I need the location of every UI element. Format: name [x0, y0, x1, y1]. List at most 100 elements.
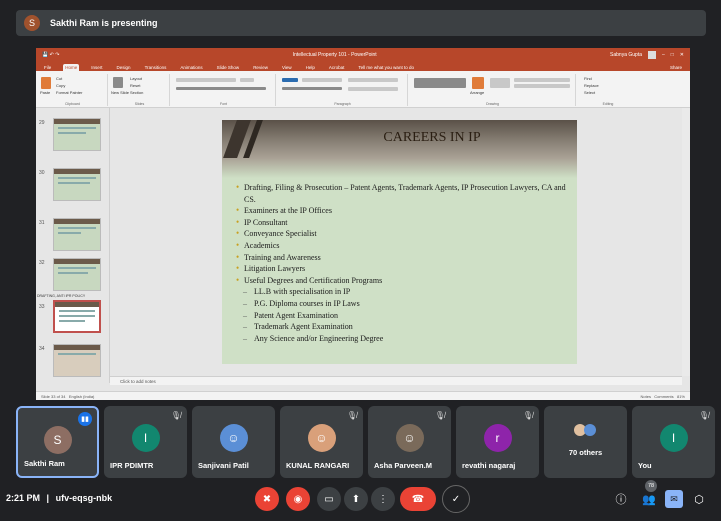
slide-thumbnail-pane[interactable]: 29 30 31 32 DRAFTING, ANTI IPR POLICY 33… — [36, 108, 110, 383]
editing-label: Editing — [602, 102, 614, 106]
share-button[interactable]: Share — [668, 64, 684, 71]
current-slide[interactable]: CAREERS IN IP Drafting, Filing & Prosecu… — [222, 120, 577, 364]
font-name-box[interactable] — [176, 78, 236, 82]
mic-off-icon: 🎙︎̸ — [170, 411, 181, 420]
others-count: 70 others — [568, 448, 603, 457]
arrange-icon[interactable] — [472, 77, 484, 89]
list-buttons[interactable] — [302, 78, 342, 82]
camera-off-button[interactable]: ◉ — [286, 487, 310, 511]
tab-slide-show[interactable]: Slide Show — [215, 64, 242, 71]
minimize-icon[interactable]: – — [662, 52, 665, 58]
new-slide-button[interactable]: New Slide — [111, 90, 129, 95]
shapes-gallery[interactable] — [414, 78, 466, 88]
tab-home[interactable]: Home — [63, 64, 80, 71]
participant-tile[interactable]: 🎙︎̸ I IPR PDIMTR — [104, 406, 187, 478]
avatar: ☺ — [219, 424, 248, 452]
others-tile[interactable]: 70 others — [544, 406, 627, 478]
shape-outline-button[interactable] — [514, 84, 570, 88]
slide-thumbnail[interactable] — [53, 118, 101, 151]
slide-bullet: Academics — [236, 240, 566, 252]
slide-thumbnail-selected[interactable] — [53, 300, 101, 333]
activities-button[interactable]: ✓ — [442, 485, 470, 513]
tab-transitions[interactable]: Transitions — [143, 64, 169, 71]
bullets-button[interactable] — [282, 78, 298, 82]
participant-tile[interactable]: 🎙︎̸ ☺ KUNAL RANGARI — [280, 406, 363, 478]
mic-off-icon: 🎙︎̸ — [698, 411, 709, 420]
new-slide-icon[interactable] — [113, 77, 123, 88]
layout-button[interactable]: Layout — [130, 76, 142, 81]
find-button[interactable]: Find — [584, 76, 592, 81]
tab-view[interactable]: View — [280, 64, 294, 71]
slide-thumbnail[interactable] — [53, 258, 101, 291]
tab-animations[interactable]: Animations — [178, 64, 204, 71]
people-icon[interactable]: 👥 — [640, 490, 658, 508]
drawing-group: Arrange Drawing — [410, 74, 576, 106]
comments-toggle[interactable]: Comments — [654, 394, 673, 399]
meeting-code: ufv-eqsg-nbk — [55, 493, 113, 503]
slide-counter: Slide 33 of 34 — [41, 393, 66, 399]
thumb-number: 29 — [39, 120, 45, 126]
text-direction-button[interactable] — [348, 78, 398, 82]
account-avatar[interactable] — [647, 51, 656, 59]
presenting-text: Sakthi Ram is presenting — [50, 18, 158, 28]
smartart-button[interactable] — [348, 87, 398, 91]
more-options-button[interactable]: ⋮ — [371, 487, 395, 511]
slide-sub-bullet: Trademark Agent Examination — [236, 321, 566, 333]
slide-sub-bullet: Patent Agent Examination — [236, 310, 566, 322]
tab-file[interactable]: File — [42, 64, 53, 71]
select-button[interactable]: Select — [584, 90, 595, 95]
participant-strip: ▮▮ S Sakthi Ram 🎙︎̸ I IPR PDIMTR ☺ Sanji… — [16, 406, 716, 478]
alignment-buttons[interactable] — [282, 87, 342, 90]
participant-tile[interactable]: 🎙︎̸ r revathi nagaraj — [456, 406, 539, 478]
participant-tile[interactable]: ☺ Sanjivani Patil — [192, 406, 275, 478]
notes-toggle[interactable]: Notes — [641, 394, 651, 399]
restore-icon[interactable]: □ — [671, 52, 674, 58]
reset-button[interactable]: Reset — [130, 83, 140, 88]
section-button[interactable]: Section — [130, 90, 143, 95]
zoom-level[interactable]: 81% — [677, 394, 685, 399]
leave-call-button[interactable]: ☎ — [400, 487, 436, 511]
self-tile[interactable]: 🎙︎̸ I You — [632, 406, 715, 478]
shape-fill-button[interactable] — [514, 78, 570, 82]
language-status[interactable]: English (India) — [69, 394, 95, 399]
font-format-buttons[interactable] — [176, 87, 266, 90]
mic-off-button[interactable]: ✖ — [255, 487, 279, 511]
tab-design[interactable]: Design — [115, 64, 133, 71]
slide-thumbnail[interactable] — [53, 344, 101, 377]
quick-styles-button[interactable] — [490, 78, 510, 88]
close-icon[interactable]: ✕ — [680, 52, 684, 58]
slide-thumbnail[interactable] — [53, 168, 101, 201]
cut-button[interactable]: Cut — [56, 76, 62, 81]
tab-insert[interactable]: Insert — [89, 64, 104, 71]
font-size-box[interactable] — [240, 78, 254, 82]
captions-button[interactable]: ▭ — [317, 487, 341, 511]
info-icon[interactable]: ⓘ — [612, 490, 630, 508]
paste-icon[interactable] — [41, 77, 51, 89]
separator: | — [46, 493, 50, 503]
notes-pane[interactable]: Click to add notes — [110, 376, 682, 385]
slide-title[interactable]: CAREERS IN IP — [302, 130, 562, 146]
present-button[interactable]: ⬆ — [344, 487, 368, 511]
tell-me-search[interactable]: Tell me what you want to do — [356, 64, 416, 71]
mic-off-icon: 🎙︎̸ — [434, 411, 445, 420]
copy-button[interactable]: Copy — [56, 83, 65, 88]
paste-button[interactable]: Paste — [40, 90, 50, 95]
replace-button[interactable]: Replace — [584, 83, 599, 88]
tab-help[interactable]: Help — [304, 64, 317, 71]
tab-acrobat[interactable]: Acrobat — [327, 64, 347, 71]
participant-tile[interactable]: 🎙︎̸ ☺ Asha Parveen.M — [368, 406, 451, 478]
arrange-button[interactable]: Arrange — [470, 90, 484, 95]
quick-access-toolbar[interactable]: 💾 ↶ ↷ — [42, 52, 59, 58]
slide-thumbnail[interactable] — [53, 218, 101, 251]
ribbon: Paste Cut Copy Format Painter Clipboard … — [36, 71, 690, 108]
vertical-scrollbar[interactable] — [682, 108, 690, 376]
tab-review[interactable]: Review — [251, 64, 270, 71]
account-name[interactable]: Sabnya Gupta — [610, 52, 642, 58]
chat-icon[interactable]: ✉ — [665, 490, 683, 508]
activities-icon[interactable]: ⬡ — [690, 490, 708, 508]
format-painter-button[interactable]: Format Painter — [56, 90, 82, 95]
slide-content[interactable]: Drafting, Filing & Prosecution – Patent … — [236, 182, 566, 344]
thumb-number: 34 — [39, 346, 45, 352]
participant-tile[interactable]: ▮▮ S Sakthi Ram — [16, 406, 99, 478]
avatar — [584, 424, 596, 436]
